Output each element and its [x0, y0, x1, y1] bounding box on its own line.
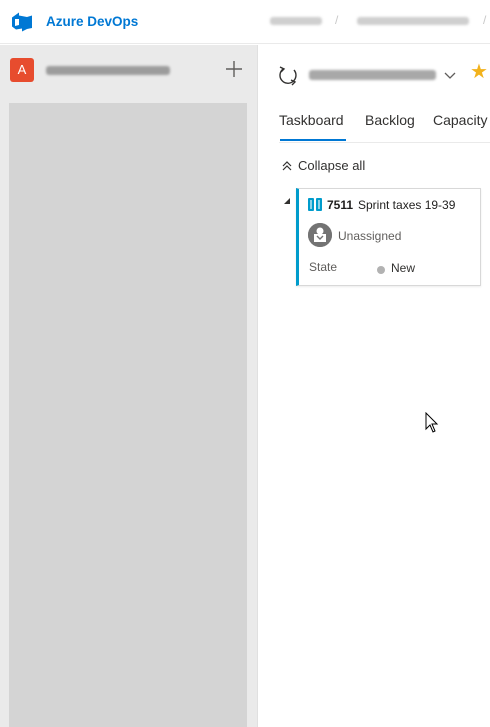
tab-backlog[interactable]: Backlog	[365, 111, 415, 143]
double-chevron-up-icon	[281, 159, 293, 173]
selected-tab-indicator	[280, 139, 346, 141]
tab-capacity[interactable]: Capacity	[433, 111, 487, 143]
sprint-picker-name[interactable]	[309, 70, 436, 80]
unassigned-avatar-icon[interactable]	[308, 223, 332, 247]
assignee-name[interactable]: Unassigned	[338, 229, 401, 243]
azure-devops-logo-icon[interactable]	[10, 10, 34, 34]
breadcrumb-organization[interactable]	[270, 17, 322, 25]
breadcrumb-separator: /	[483, 13, 487, 27]
state-label: State	[309, 260, 338, 274]
collapse-all-label: Collapse all	[298, 158, 366, 173]
breadcrumb-project[interactable]	[357, 17, 469, 25]
project-avatar[interactable]: A	[10, 58, 34, 82]
chevron-down-icon[interactable]	[442, 67, 458, 83]
plus-icon	[226, 61, 242, 77]
navigation-panel	[9, 103, 247, 727]
left-sidebar: A	[0, 45, 258, 727]
add-button[interactable]	[222, 57, 246, 81]
product-backlog-item-icon	[308, 198, 322, 211]
star-icon[interactable]: ★	[470, 61, 488, 83]
main-content: ★ Taskboard Backlog Capacity Collapse al…	[259, 45, 490, 727]
work-item-title[interactable]: Sprint taxes 19-39	[358, 198, 455, 212]
breadcrumb-separator: /	[335, 13, 339, 27]
mouse-cursor-icon	[425, 411, 439, 434]
state-value[interactable]: New	[391, 261, 415, 275]
expand-triangle-icon[interactable]	[283, 192, 291, 204]
work-item-id[interactable]: 7511	[327, 198, 353, 212]
work-item-card[interactable]: 7511 Sprint taxes 19-39 Unassigned State…	[296, 188, 481, 286]
tabs-divider	[279, 142, 490, 143]
product-name[interactable]: Azure DevOps	[46, 14, 138, 29]
top-header: Azure DevOps / /	[0, 0, 490, 44]
sprint-icon[interactable]	[277, 64, 299, 86]
state-dot	[377, 266, 385, 274]
project-name[interactable]	[46, 66, 170, 75]
